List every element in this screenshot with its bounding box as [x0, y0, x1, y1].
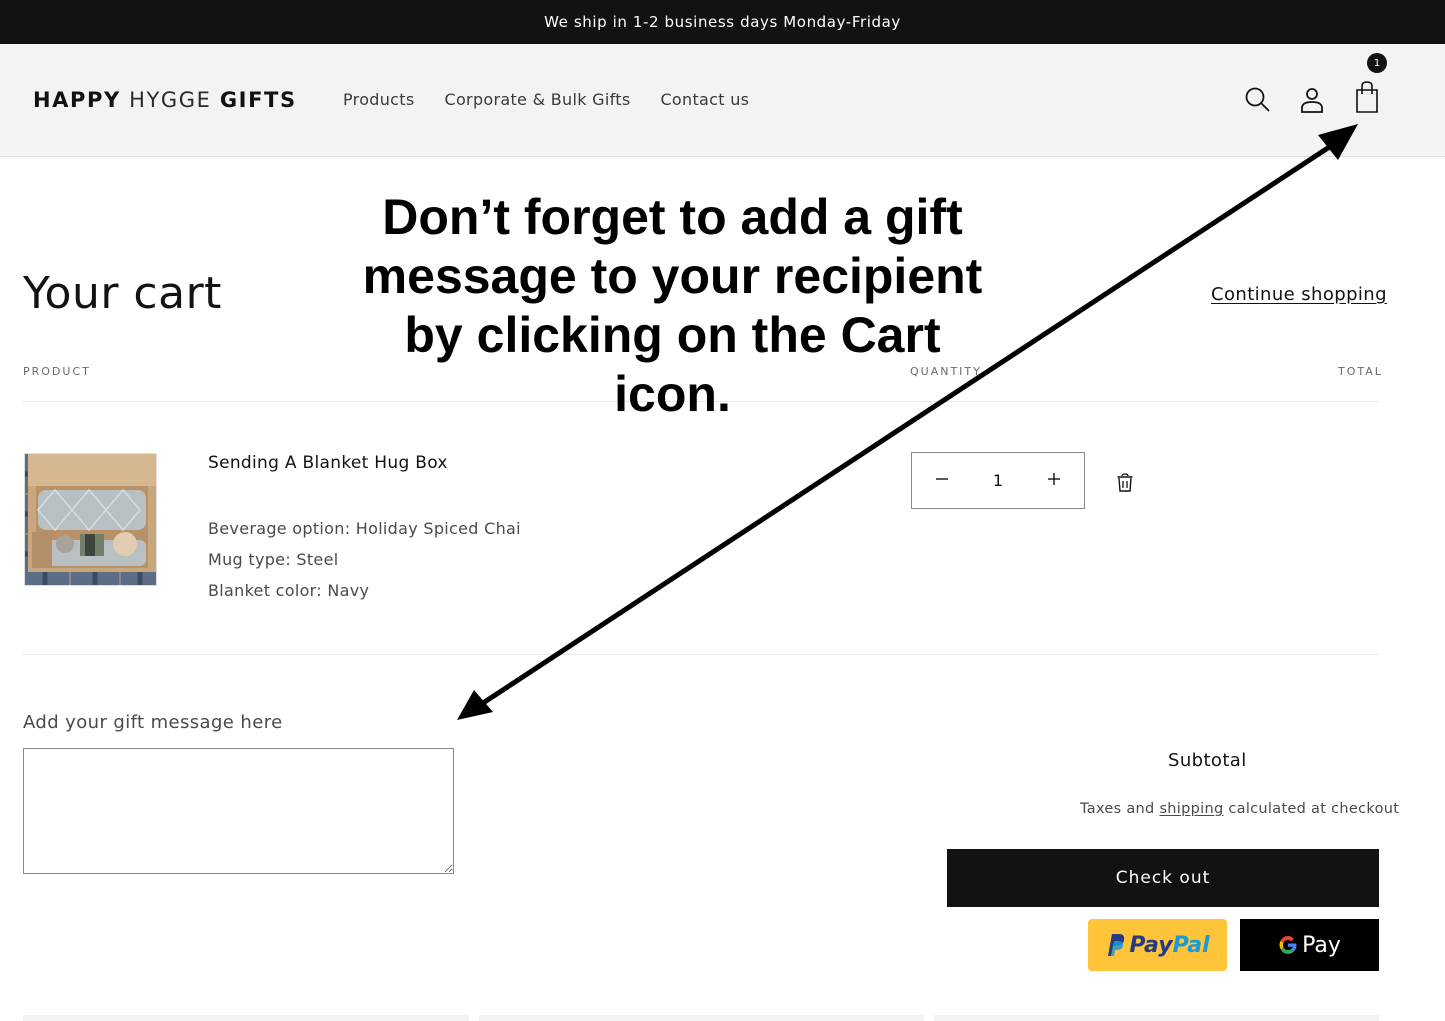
plus-icon	[1048, 473, 1060, 485]
paypal-text-pay: Pay	[1129, 932, 1173, 958]
page-title: Your cart	[23, 268, 222, 319]
search-icon	[1245, 87, 1270, 112]
footer-card	[934, 1015, 1379, 1021]
taxes-note-text: Taxes and	[1080, 801, 1160, 817]
paypal-logo-icon	[1108, 934, 1125, 956]
footer-card	[23, 1015, 469, 1021]
nav-products[interactable]: Products	[343, 90, 415, 109]
minus-icon	[936, 478, 948, 480]
google-pay-button[interactable]: Pay	[1240, 919, 1379, 971]
column-header-quantity: QUANTITY	[910, 365, 982, 378]
logo-part-happy: HAPPY	[33, 88, 121, 112]
annotation-line: message to your recipient	[362, 248, 983, 304]
product-name-link[interactable]: Sending A Blanket Hug Box	[208, 453, 448, 473]
gift-message-textarea[interactable]	[23, 748, 454, 874]
remove-item-button[interactable]	[1116, 473, 1136, 493]
annotation-line: icon.	[614, 366, 731, 422]
logo-part-gifts: GIFTS	[219, 88, 297, 112]
google-pay-text: Pay	[1302, 932, 1341, 958]
divider	[23, 401, 1379, 402]
column-header-total: TOTAL	[1338, 365, 1383, 378]
account-button[interactable]	[1295, 83, 1329, 117]
product-option: Blanket color: Navy	[208, 581, 370, 600]
account-icon	[1301, 88, 1323, 113]
shipping-link[interactable]: shipping	[1159, 801, 1223, 817]
google-g-icon	[1279, 936, 1297, 954]
search-button[interactable]	[1241, 83, 1275, 117]
product-image	[25, 454, 156, 585]
trash-icon	[1117, 473, 1133, 492]
logo[interactable]: HAPPY HYGGE GIFTS	[33, 88, 297, 112]
arrow-shaft	[478, 137, 1342, 708]
paypal-text-pal: Pal	[1172, 932, 1210, 958]
annotation-callout: Don’t forget to add a gift message to yo…	[345, 188, 1000, 424]
nav-contact-us[interactable]: Contact us	[660, 90, 749, 109]
announcement-bar: We ship in 1-2 business days Monday-Frid…	[0, 0, 1445, 44]
arrow-head-gift	[457, 690, 493, 720]
logo-part-hygge: HYGGE	[129, 88, 212, 112]
taxes-note: Taxes and shipping calculated at checkou…	[1080, 801, 1399, 817]
annotation-line: by clicking on the Cart	[404, 307, 941, 363]
quantity-decrease-button[interactable]	[932, 469, 952, 492]
subtotal-label: Subtotal	[1168, 750, 1247, 771]
annotation-line: Don’t forget to add a gift	[382, 189, 963, 245]
main-nav: Products Corporate & Bulk Gifts Contact …	[343, 90, 749, 109]
quantity-stepper	[911, 452, 1085, 509]
quantity-input[interactable]	[978, 471, 1018, 490]
gift-message-label: Add your gift message here	[23, 712, 283, 733]
announcement-text: We ship in 1-2 business days Monday-Frid…	[544, 13, 901, 31]
cart-button[interactable]	[1350, 80, 1384, 114]
product-option: Beverage option: Holiday Spiced Chai	[208, 519, 521, 538]
product-thumbnail[interactable]	[24, 453, 157, 586]
footer-card	[479, 1015, 924, 1021]
quantity-increase-button[interactable]	[1044, 469, 1064, 492]
column-header-product: PRODUCT	[23, 365, 91, 378]
cart-count-badge: 1	[1367, 53, 1387, 73]
paypal-button[interactable]: Pay Pal	[1088, 919, 1227, 971]
nav-corporate-bulk-gifts[interactable]: Corporate & Bulk Gifts	[445, 90, 631, 109]
divider	[23, 654, 1379, 655]
checkout-button[interactable]: Check out	[947, 849, 1379, 907]
continue-shopping-link[interactable]: Continue shopping	[1211, 284, 1387, 305]
product-option: Mug type: Steel	[208, 550, 339, 569]
cart-icon	[1356, 81, 1378, 113]
site-header: HAPPY HYGGE GIFTS Products Corporate & B…	[0, 44, 1445, 157]
taxes-note-text: calculated at checkout	[1223, 801, 1400, 817]
